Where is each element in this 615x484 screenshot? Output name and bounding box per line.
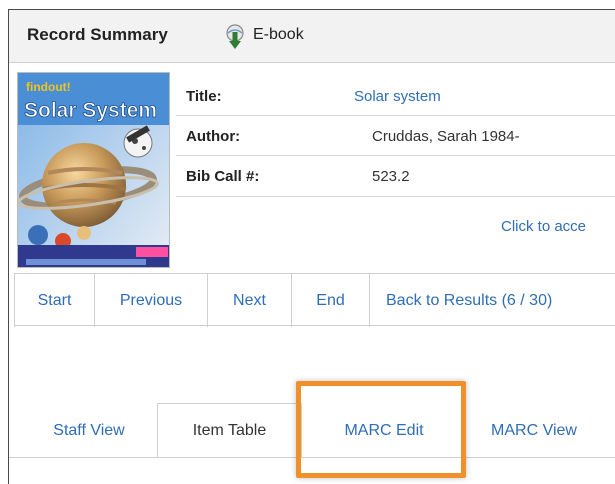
tab-item-table[interactable]: Item Table — [157, 403, 302, 458]
ebook-download-icon — [226, 24, 244, 49]
title-label: Title: — [186, 88, 222, 105]
author-row: Author: Cruddas, Sarah 1984- — [176, 118, 615, 156]
call-number-label: Bib Call #: — [186, 168, 260, 185]
start-button[interactable]: Start — [14, 274, 95, 327]
record-summary-header: Record Summary E-book — [9, 10, 615, 63]
next-button[interactable]: Next — [208, 274, 292, 327]
call-number-row: Bib Call #: 523.2 — [176, 158, 615, 196]
previous-button[interactable]: Previous — [95, 274, 208, 327]
tab-staff-view[interactable]: Staff View — [19, 403, 159, 458]
tab-marc-view[interactable]: MARC View — [464, 403, 604, 458]
marc-edit-highlight — [296, 381, 466, 478]
end-button[interactable]: End — [292, 274, 370, 327]
record-navigation: Start Previous Next End Back to Results … — [14, 273, 615, 327]
format-label: E-book — [253, 26, 304, 43]
call-number-value: 523.2 — [372, 168, 410, 185]
author-label: Author: — [186, 128, 241, 145]
title-row: Title: Solar system — [176, 78, 615, 116]
details-divider — [176, 196, 615, 197]
access-link[interactable]: Click to acce — [501, 218, 586, 235]
author-value: Cruddas, Sarah 1984- — [372, 128, 520, 145]
title-link[interactable]: Solar system — [354, 88, 441, 105]
book-cover-image[interactable]: findout! Solar System — [17, 72, 170, 268]
record-summary-title: Record Summary — [27, 25, 168, 44]
cover-title-text: Solar System — [24, 99, 157, 122]
back-to-results-button[interactable]: Back to Results (6 / 30) — [370, 274, 615, 327]
cover-art: findout! Solar System — [18, 73, 169, 267]
cover-series-text: findout! — [26, 80, 71, 94]
